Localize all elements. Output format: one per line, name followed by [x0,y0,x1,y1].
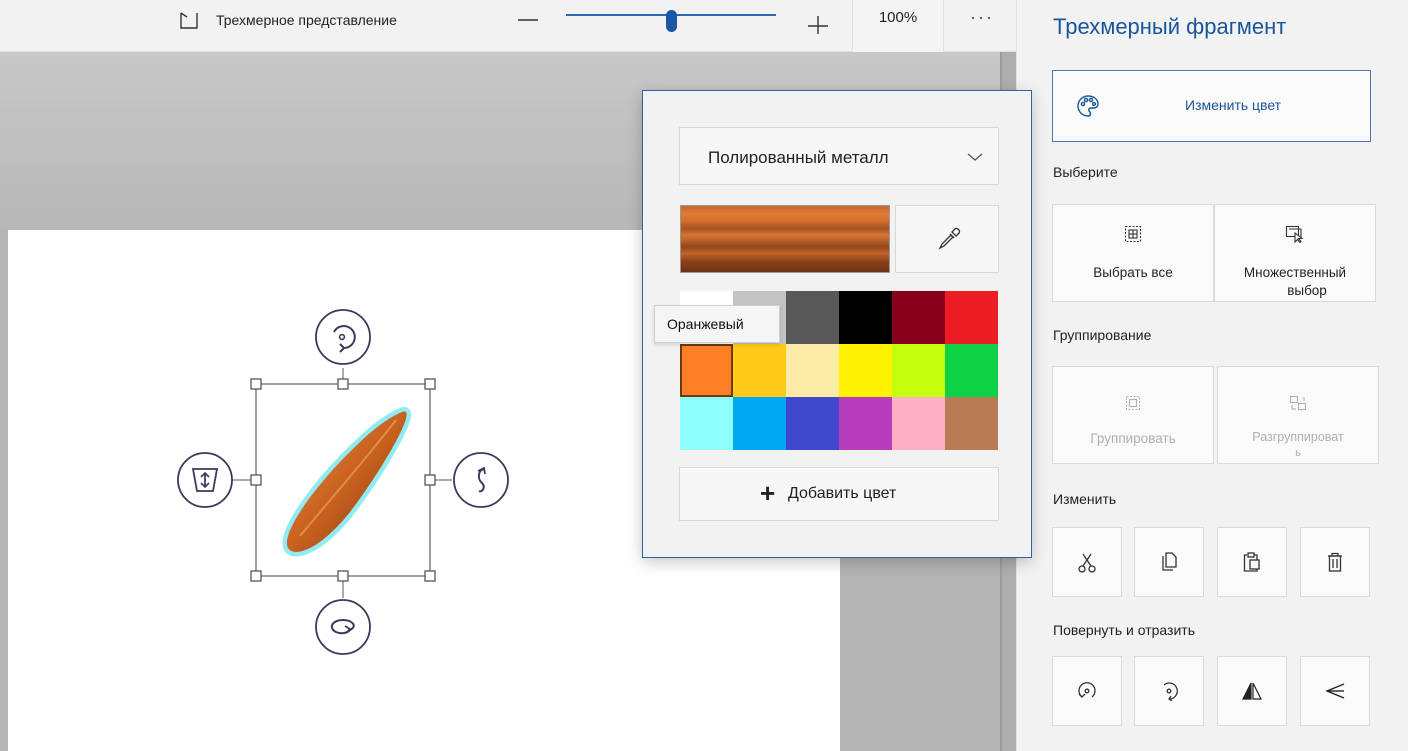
color-swatch[interactable] [892,291,945,344]
flip-vertical-icon [1325,683,1345,699]
group-button[interactable]: Группировать [1052,366,1214,464]
panel-title: Трехмерный фрагмент [1053,14,1287,39]
color-swatch[interactable] [733,397,786,450]
rotate-right-icon [1163,682,1178,701]
flip-horizontal-icon [1242,682,1262,700]
view-3d-label: Трехмерное представление [216,12,397,28]
cut-button[interactable] [1052,527,1122,597]
color-swatch[interactable] [945,344,998,397]
ungroup-button[interactable]: Разгруппироват ь [1217,366,1379,464]
change-color-label: Изменить цвет [1185,97,1282,113]
color-swatch[interactable] [680,397,733,450]
multi-select-label-1: Множественный [1243,265,1347,280]
depth-handle-icon[interactable] [176,451,234,509]
color-swatch[interactable] [839,291,892,344]
group-label: Группировать [1090,431,1176,446]
palette-icon [1077,95,1099,117]
color-swatch[interactable] [839,397,892,450]
paste-icon [1243,552,1260,572]
more-options-button[interactable]: ··· [958,0,1006,40]
zoom-slider[interactable] [566,8,776,32]
chevron-down-icon [967,153,983,161]
eyedropper-button[interactable] [895,205,999,273]
select-section-heading: Выберите [1053,164,1118,180]
rotate-x-handle-icon[interactable] [314,598,372,656]
add-color-button[interactable]: + Добавить цвет [679,467,999,521]
3d-object-selection[interactable] [170,300,530,670]
plus-icon: + [760,478,776,508]
color-swatch[interactable] [945,397,998,450]
ungroup-label-1: Разгруппироват [1252,430,1344,444]
color-swatch[interactable] [786,397,839,450]
eyedropper-icon [938,227,961,250]
zoom-level[interactable]: 100% [852,0,944,52]
minus-icon[interactable] [514,6,542,34]
group-icon [1125,395,1141,411]
zoom-slider-thumb[interactable] [666,10,677,32]
swatch-tooltip: Оранжевый [654,305,780,343]
rotate-right-button[interactable] [1134,656,1204,726]
multi-select-label-2: выбор [1287,283,1327,298]
multi-select-icon [1285,225,1304,243]
color-swatch[interactable] [733,344,786,397]
edit-section-heading: Изменить [1053,491,1117,507]
color-swatch[interactable] [786,344,839,397]
paste-button[interactable] [1217,527,1287,597]
material-dropdown-value: Полированный металл [708,148,889,167]
color-swatch[interactable] [945,291,998,344]
3d-view-icon [180,12,198,29]
ungroup-label-2: ь [1295,447,1301,459]
flip-horizontal-button[interactable] [1217,656,1287,726]
delete-icon [1328,552,1342,572]
top-toolbar: Трехмерное представление 100% ··· [0,0,1016,52]
color-swatch[interactable] [680,344,733,397]
select-all-button[interactable]: Выбрать все [1052,204,1214,302]
color-swatch[interactable] [892,344,945,397]
multi-select-button[interactable]: Множественный выбор [1214,204,1376,302]
color-swatch[interactable] [786,291,839,344]
copy-icon [1162,552,1177,571]
rotate-y-handle-icon[interactable] [452,451,510,509]
copy-button[interactable] [1134,527,1204,597]
select-all-icon [1124,225,1142,243]
view-3d-button[interactable]: Трехмерное представление [178,0,397,40]
rotate-left-icon [1078,682,1096,698]
color-swatch[interactable] [892,397,945,450]
color-swatch[interactable] [839,344,892,397]
group-section-heading: Группирование [1053,327,1152,343]
select-all-label: Выбрать все [1093,265,1173,280]
flip-vertical-button[interactable] [1300,656,1370,726]
current-color-preview [680,205,890,273]
3d-object-panel: Трехмерный фрагмент Изменить цвет Выбери… [1016,0,1408,751]
rotate-left-button[interactable] [1052,656,1122,726]
rotate-section-heading: Повернуть и отразить [1053,622,1195,638]
material-dropdown[interactable]: Полированный металл [679,127,999,185]
rotate-z-handle-icon[interactable] [314,308,372,366]
delete-button[interactable] [1300,527,1370,597]
change-color-button[interactable]: Изменить цвет [1052,70,1371,142]
ungroup-icon [1289,395,1307,411]
cut-icon [1078,553,1096,573]
add-color-label: Добавить цвет [788,485,897,502]
plus-icon[interactable] [804,6,832,34]
